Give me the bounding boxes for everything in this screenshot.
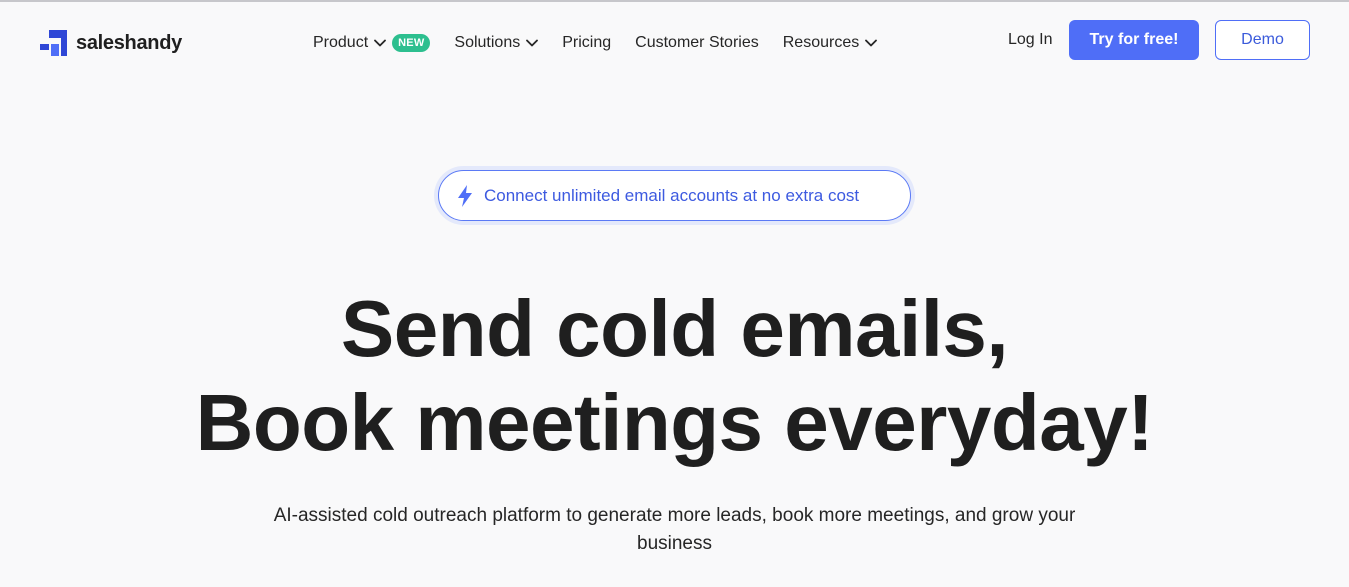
hero-headline-line-2: Book meetings everyday! [195,378,1154,467]
announcement-text: Connect unlimited email accounts at no e… [484,185,860,205]
try-for-free-button[interactable]: Try for free! [1069,20,1199,60]
nav-item-solutions[interactable]: Solutions [454,34,539,52]
announcement-pill[interactable]: Connect unlimited email accounts at no e… [438,170,911,221]
hero-headline-line-1: Send cold emails, [340,284,1009,373]
main-nav: Product NEW Solutions Pricing Customer S… [313,30,901,56]
nav-item-resources[interactable]: Resources [782,34,878,52]
new-badge: NEW [392,34,431,52]
site-header: saleshandy Product NEW Solutions Pricing… [0,2,1349,80]
nav-item-customer-stories[interactable]: Customer Stories [635,34,759,52]
chevron-down-icon [865,39,878,47]
brand-name: saleshandy [76,31,182,54]
hero-subheadline: AI-assisted cold outreach platform to ge… [273,505,1076,554]
nav-item-label: Solutions [454,34,521,51]
nav-item-label: Pricing [562,34,612,51]
lightning-bolt-icon [458,184,472,207]
nav-item-product[interactable]: Product NEW [313,34,431,52]
login-link[interactable]: Log In [1008,31,1052,49]
demo-button[interactable]: Demo [1215,20,1310,60]
nav-item-label: Product [313,34,369,51]
nav-item-pricing[interactable]: Pricing [562,34,611,52]
chevron-down-icon [526,39,539,47]
chevron-down-icon [374,39,387,47]
nav-item-label: Customer Stories [635,34,759,51]
announcement-pill-halo: Connect unlimited email accounts at no e… [434,166,915,225]
saleshandy-logo-icon [40,30,67,56]
saleshandy-logo[interactable]: saleshandy [40,30,182,56]
nav-item-label: Resources [782,34,860,51]
hero-headline: Send cold emails, Book meetings everyday… [0,282,1349,470]
